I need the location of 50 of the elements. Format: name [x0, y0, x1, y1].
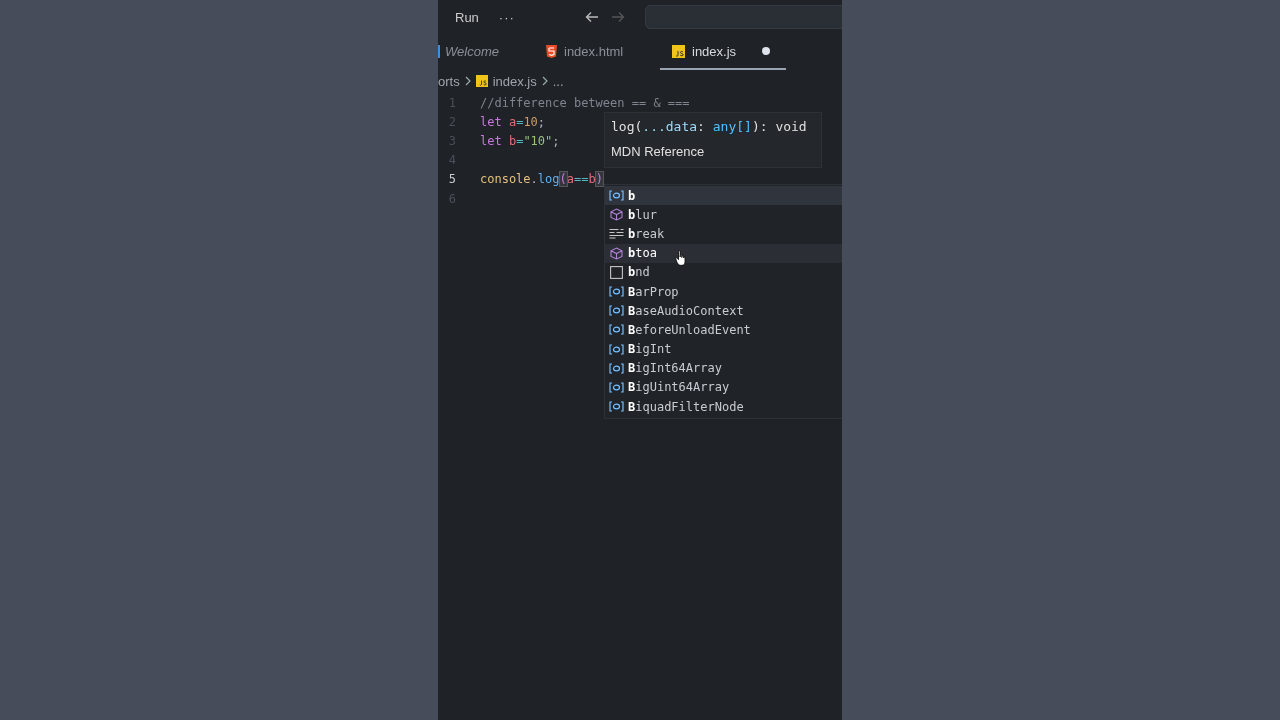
breadcrumb-item[interactable]: orts — [438, 73, 460, 89]
more-menu[interactable]: ··· — [498, 9, 515, 25]
forward-arrow-icon[interactable] — [610, 11, 625, 23]
chevron-icon — [541, 76, 548, 86]
suggestion-item[interactable]: BarProp — [605, 281, 842, 302]
run-menu[interactable]: Run — [455, 9, 479, 25]
back-arrow-icon[interactable] — [584, 11, 599, 23]
editor-tab[interactable]: index.html — [540, 34, 660, 70]
command-center-field[interactable] — [644, 5, 842, 29]
suggestion-item[interactable]: blur — [605, 205, 842, 225]
js-file-icon — [672, 44, 685, 58]
suggestion-item[interactable]: BaseAudioContext — [605, 301, 842, 321]
variable-icon — [609, 381, 624, 393]
square-icon — [609, 265, 624, 279]
variable-icon — [609, 324, 624, 336]
html-file-icon — [546, 44, 557, 58]
variable-icon — [609, 401, 624, 413]
code-line: //difference between == & === — [480, 95, 690, 110]
signature-text: log(...data: any[]): void — [611, 119, 808, 134]
variable-icon — [609, 305, 624, 317]
suggestion-item[interactable]: BigInt64Array — [605, 358, 842, 378]
editor-tab[interactable]: Welcome — [438, 34, 540, 70]
breadcrumb-item[interactable]: ... — [552, 73, 564, 89]
reference-link[interactable]: MDN Reference — [611, 144, 815, 159]
cube-icon — [609, 208, 624, 222]
variable-icon — [609, 362, 624, 374]
code-line: let a=10; — [480, 114, 546, 129]
js-file-icon — [475, 75, 488, 87]
unsaved-dot-icon — [762, 47, 770, 55]
tab-marker-icon — [438, 44, 440, 58]
variable-icon — [609, 286, 624, 298]
editor-tab[interactable]: index.js — [660, 34, 786, 70]
keyword-icon — [609, 228, 624, 240]
cube-icon — [609, 246, 624, 260]
breadcrumb-item[interactable]: index.js — [492, 73, 537, 89]
code-line: console.log(a==b) — [480, 172, 603, 187]
suggestion-item[interactable]: break — [605, 224, 842, 244]
variable-icon — [609, 343, 624, 355]
suggestion-item[interactable]: BigUint64Array — [605, 377, 842, 398]
suggestion-item[interactable]: BigInt — [605, 339, 842, 359]
suggestion-item[interactable]: BiquadFilterNode — [605, 397, 842, 417]
code-line: let b="10"; — [480, 133, 560, 148]
hand-cursor-icon — [675, 250, 687, 266]
chevron-icon — [464, 76, 471, 86]
suggestion-item[interactable]: BeforeUnloadEvent — [605, 320, 842, 340]
suggestion-item[interactable]: bnd — [605, 262, 842, 282]
variable-icon — [609, 190, 624, 202]
suggestion-item[interactable]: b — [605, 186, 842, 206]
line-number: 5 — [447, 172, 456, 187]
suggestion-item[interactable]: btoa — [605, 243, 842, 263]
